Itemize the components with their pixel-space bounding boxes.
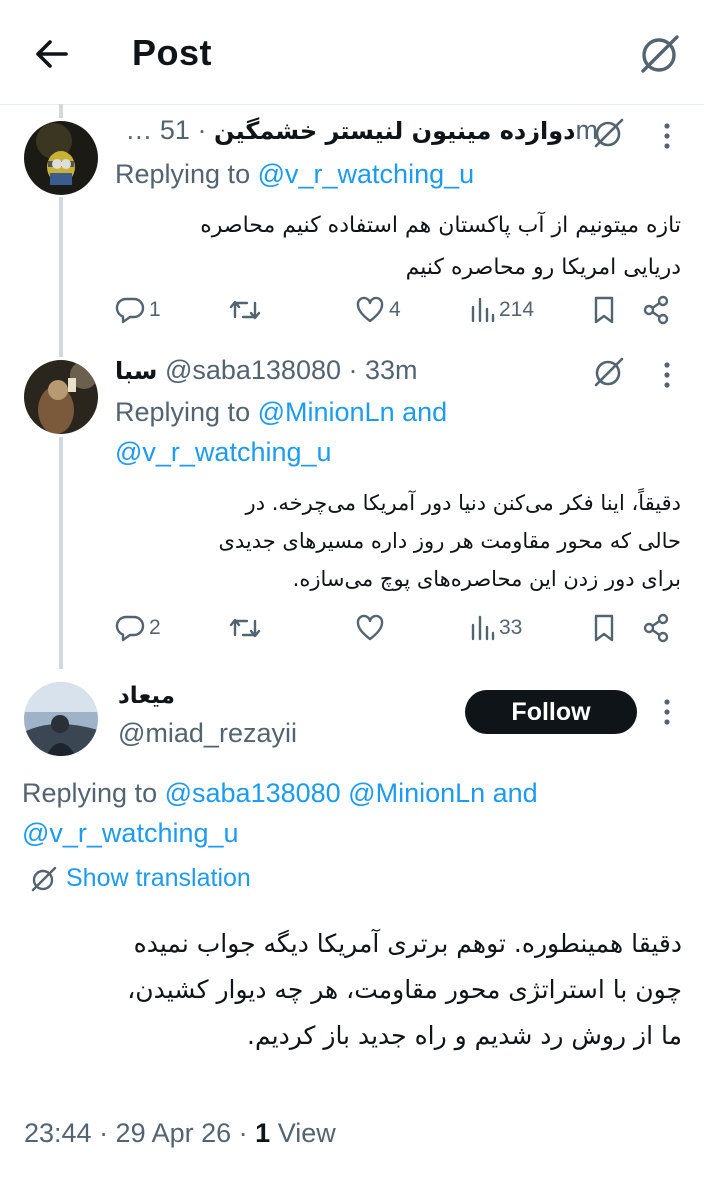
views-chart-icon xyxy=(471,615,495,641)
share-button[interactable] xyxy=(641,292,671,328)
post-text: دقیقا همینطوره. توهم برتری آمریکا دیگه ج… xyxy=(20,921,682,1059)
replying-label: Replying to xyxy=(115,397,251,427)
more-vertical-icon[interactable] xyxy=(663,122,671,150)
translate-icon xyxy=(31,866,57,891)
bookmark-icon xyxy=(594,614,614,642)
reply-header: سبا @saba138080 · 33m xyxy=(115,355,418,386)
mention-link[interactable]: @MinionLn and xyxy=(258,397,448,427)
share-button[interactable] xyxy=(641,610,671,646)
reply-text-line: تازه میتونیم از آب پاکستان هم استفاده کن… xyxy=(200,213,681,238)
replying-label: Replying to xyxy=(22,778,158,808)
post-text-line: چون با استراتژی محور مقاومت، هر چه دیوار… xyxy=(127,975,682,1004)
thread-line xyxy=(59,437,63,669)
share-icon xyxy=(643,613,669,643)
mention-link[interactable]: @v_r_watching_u xyxy=(115,432,447,472)
follow-button[interactable]: Follow xyxy=(465,690,637,734)
avatar[interactable] xyxy=(24,121,98,195)
thread-line xyxy=(59,104,63,118)
like-count: 4 xyxy=(389,298,401,321)
grok-icon[interactable] xyxy=(592,116,626,150)
reply-icon xyxy=(115,297,145,324)
repost-button[interactable] xyxy=(227,292,263,328)
replying-to: Replying to @v_r_watching_u xyxy=(115,154,474,194)
handle[interactable]: @miad_rezayii xyxy=(118,718,297,749)
action-bar: 2 33 xyxy=(115,610,675,646)
grok-icon[interactable] xyxy=(592,355,626,389)
thread-line xyxy=(59,197,63,357)
reply-icon xyxy=(115,615,145,642)
reply-text: دقیقاً، اینا فکر می‌کنن دنیا دور آمریکا … xyxy=(115,484,681,598)
replying-label: Replying to xyxy=(115,159,251,189)
repost-icon xyxy=(229,618,261,638)
name-ellipsis: … xyxy=(125,115,153,145)
like-button[interactable]: 4 xyxy=(355,292,401,328)
top-bar: Post xyxy=(0,0,704,105)
post-timestamp[interactable]: 23:44 · 29 Apr 26 · xyxy=(24,1118,255,1148)
more-vertical-icon[interactable] xyxy=(663,698,671,726)
views-button[interactable]: 214 xyxy=(469,292,534,328)
post-text-line: دقیقا همینطوره. توهم برتری آمریکا دیگه ج… xyxy=(133,929,682,958)
views-count: 214 xyxy=(499,298,535,321)
views-count: 1 xyxy=(255,1118,271,1148)
views-count: 33 xyxy=(499,616,523,639)
mention-link[interactable]: @v_r_watching_u xyxy=(258,159,475,189)
show-translation-label: Show translation xyxy=(66,864,251,892)
bookmark-button[interactable] xyxy=(591,610,617,646)
grok-icon[interactable] xyxy=(636,30,684,78)
reply-text-line: دقیقاً، اینا فکر می‌کنن دنیا دور آمریکا … xyxy=(245,491,681,515)
action-bar: 1 4 214 xyxy=(115,292,675,328)
more-vertical-icon[interactable] xyxy=(663,361,671,389)
like-button[interactable] xyxy=(355,610,385,646)
reply-button[interactable]: 1 xyxy=(115,292,161,328)
reply-text-line: حالی که محور مقاومت هر روز داره مسیرهای … xyxy=(218,529,681,553)
avatar[interactable] xyxy=(24,682,98,756)
display-name[interactable]: سبا xyxy=(115,357,157,385)
bookmark-button[interactable] xyxy=(591,292,617,328)
avatar[interactable] xyxy=(24,360,98,434)
reply-button[interactable]: 2 xyxy=(115,610,161,646)
heart-icon xyxy=(356,614,384,641)
repost-icon xyxy=(229,300,261,320)
reply-text: تازه میتونیم از آب پاکستان هم استفاده کن… xyxy=(115,205,681,289)
reply-count: 1 xyxy=(149,298,161,321)
views-button[interactable]: 33 xyxy=(469,610,522,646)
views-label: View xyxy=(277,1118,336,1148)
replying-to: Replying to @saba138080 @MinionLn and @v… xyxy=(22,773,538,853)
replying-to: Replying to @MinionLn and @v_r_watching_… xyxy=(115,392,447,472)
heart-icon xyxy=(356,296,384,323)
display-name[interactable]: میعاد xyxy=(118,683,175,709)
mention-link[interactable]: @saba138080 @MinionLn and xyxy=(165,778,538,808)
reply-text-line: دریایی امریکا رو محاصره کنیم xyxy=(405,255,681,280)
repost-button[interactable] xyxy=(227,610,263,646)
reply-count: 2 xyxy=(149,616,161,639)
views-chart-icon xyxy=(471,297,495,323)
share-icon xyxy=(643,295,669,325)
mention-link[interactable]: @v_r_watching_u xyxy=(22,813,538,853)
reply-text-line: برای دور زدن این محاصره‌های پوچ می‌سازه. xyxy=(292,567,681,591)
post-text-line: ما از روش رد شدیم و راه جدید باز کردیم. xyxy=(247,1021,682,1050)
reply-header: … دوازده مینیون لنیستر خشمگین · 51m xyxy=(125,115,598,146)
display-name[interactable]: دوازده مینیون لنیستر خشمگین xyxy=(214,117,576,145)
back-arrow-icon[interactable] xyxy=(30,34,76,74)
handle-time[interactable]: @saba138080 · 33m xyxy=(165,355,418,385)
bookmark-icon xyxy=(594,296,614,324)
page-title: Post xyxy=(132,32,213,73)
show-translation-button[interactable]: Show translation xyxy=(30,864,251,893)
post-metadata: 23:44 · 29 Apr 26 · 1 View xyxy=(24,1118,336,1149)
